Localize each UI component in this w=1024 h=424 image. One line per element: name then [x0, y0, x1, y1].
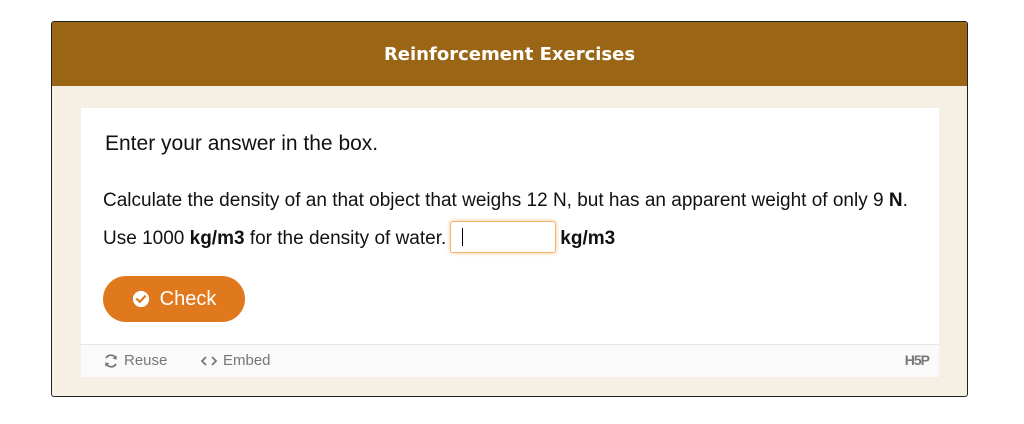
- answer-input[interactable]: [450, 220, 557, 253]
- question-bold-2: kg/m3: [189, 228, 245, 249]
- instructions-text: Enter your answer in the box.: [105, 132, 379, 155]
- unit-label: kg/m3: [560, 228, 616, 249]
- footer-bar: Reuse Embed H5P: [81, 344, 939, 377]
- h5p-logo[interactable]: H5P: [905, 352, 930, 368]
- check-button[interactable]: Check: [103, 276, 245, 322]
- question-text: Calculate the density of an that object …: [103, 182, 933, 258]
- question-part-1: Calculate the density of an that object …: [103, 190, 889, 211]
- question-part-3: for the density of water.: [244, 228, 447, 249]
- question-card: Enter your answer in the box. Calculate …: [81, 108, 939, 377]
- header-bar: Reinforcement Exercises: [52, 22, 967, 86]
- page-title: Reinforcement Exercises: [383, 43, 636, 65]
- embed-label: Embed: [223, 352, 271, 369]
- embed-button[interactable]: Embed: [200, 352, 271, 369]
- reuse-button[interactable]: Reuse: [103, 352, 167, 369]
- h5p-frame: Reinforcement Exercises Enter your answe…: [51, 21, 968, 397]
- refresh-icon: [105, 353, 117, 368]
- question-bold-1: N: [888, 190, 903, 211]
- reuse-label: Reuse: [124, 352, 168, 369]
- check-button-label: Check: [159, 287, 217, 310]
- check-circle-icon: [132, 290, 149, 308]
- code-icon: [200, 355, 218, 366]
- text-caret: [462, 227, 464, 246]
